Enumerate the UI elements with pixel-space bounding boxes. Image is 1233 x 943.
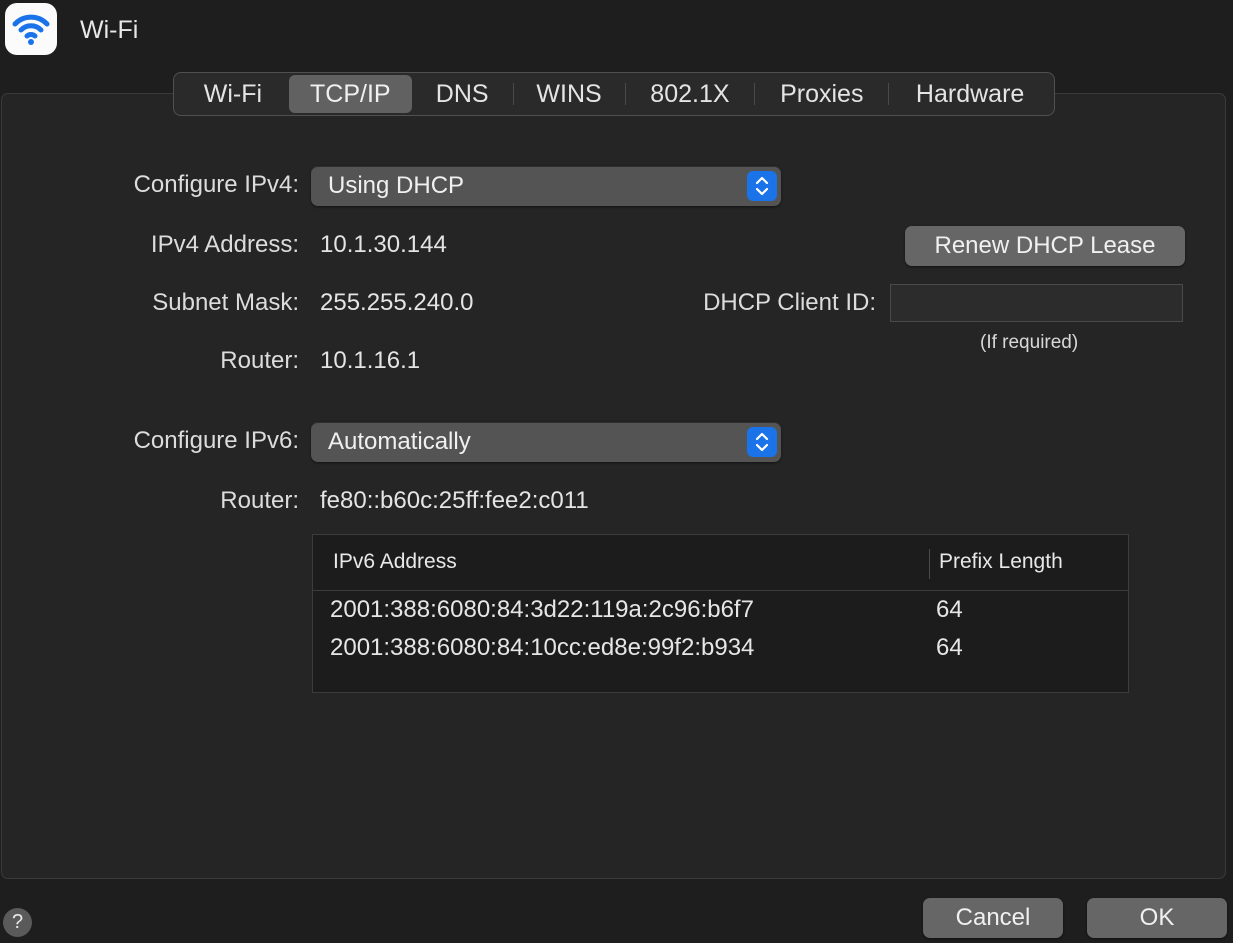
configure-ipv4-value: Using DHCP [328, 172, 465, 199]
table-row[interactable]: 2001:388:6080:84:10cc:ed8e:99f2:b934 64 [313, 630, 1128, 668]
ipv6-address-cell: 2001:388:6080:84:3d22:119a:2c96:b6f7 [330, 596, 754, 623]
dhcp-client-id-field[interactable] [890, 284, 1183, 322]
ipv4-router-label: Router: [220, 347, 299, 374]
configure-ipv6-label: Configure IPv6: [133, 427, 299, 454]
tab-hardware[interactable]: Hardware [889, 75, 1051, 113]
window-title: Wi-Fi [80, 16, 139, 44]
chevron-up-down-icon [747, 171, 777, 201]
ok-button[interactable]: OK [1087, 898, 1227, 938]
configure-ipv6-value: Automatically [328, 428, 471, 455]
column-header-ipv6-address[interactable]: IPv6 Address [333, 550, 457, 574]
configure-ipv4-label: Configure IPv4: [133, 171, 299, 198]
wifi-icon [5, 3, 57, 55]
subnet-mask-label: Subnet Mask: [152, 289, 299, 316]
ipv6-address-table[interactable]: IPv6 Address Prefix Length 2001:388:6080… [312, 534, 1129, 693]
subnet-mask-value: 255.255.240.0 [320, 289, 474, 316]
tab-tcpip[interactable]: TCP/IP [288, 75, 412, 113]
tab-bar: Wi-Fi TCP/IP DNS WINS 802.1X Proxies Har… [173, 72, 1055, 116]
chevron-up-down-icon [747, 427, 777, 457]
tab-wifi[interactable]: Wi-Fi [177, 75, 289, 113]
cancel-button[interactable]: Cancel [923, 898, 1063, 938]
ipv6-address-cell: 2001:388:6080:84:10cc:ed8e:99f2:b934 [330, 634, 755, 661]
prefix-length-cell: 64 [936, 596, 963, 623]
prefix-length-cell: 64 [936, 634, 963, 661]
ipv6-router-value: fe80::b60c:25ff:fee2:c011 [320, 487, 589, 514]
settings-panel [1, 93, 1226, 879]
ipv6-router-label: Router: [220, 487, 299, 514]
network-settings-window: Wi-Fi Wi-Fi TCP/IP DNS WINS 802.1X Proxi… [0, 0, 1233, 943]
tab-8021x[interactable]: 802.1X [626, 75, 755, 113]
table-header: IPv6 Address Prefix Length [313, 535, 1128, 591]
ipv4-address-label: IPv4 Address: [150, 231, 299, 258]
tab-proxies[interactable]: Proxies [755, 75, 888, 113]
renew-dhcp-lease-button[interactable]: Renew DHCP Lease [905, 226, 1185, 266]
table-row[interactable]: 2001:388:6080:84:3d22:119a:2c96:b6f7 64 [313, 592, 1128, 630]
help-button[interactable]: ? [3, 908, 32, 937]
configure-ipv4-popup[interactable]: Using DHCP [311, 166, 781, 206]
ipv4-router-value: 10.1.16.1 [320, 347, 421, 374]
dhcp-client-id-label: DHCP Client ID: [703, 289, 876, 316]
column-header-prefix-length[interactable]: Prefix Length [939, 550, 1063, 574]
dhcp-client-id-hint: (If required) [980, 332, 1079, 353]
tab-wins[interactable]: WINS [514, 75, 625, 113]
column-divider [929, 549, 930, 579]
tab-dns[interactable]: DNS [412, 75, 513, 113]
ipv4-address-value: 10.1.30.144 [320, 231, 447, 258]
configure-ipv6-popup[interactable]: Automatically [311, 422, 781, 462]
